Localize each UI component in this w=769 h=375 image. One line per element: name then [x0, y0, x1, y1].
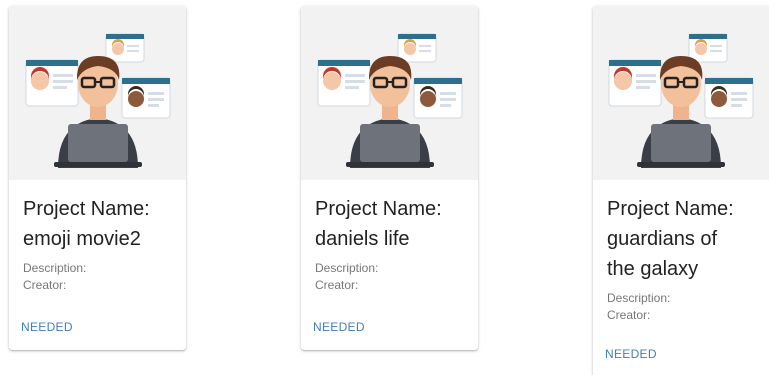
description-label: Description: [607, 291, 671, 305]
card-media [301, 6, 478, 180]
project-title-label: Project Name: [315, 198, 442, 220]
needed-button[interactable]: NEEDED [313, 320, 365, 334]
project-title-value: guardians of [607, 228, 718, 250]
description-label: Description: [23, 261, 87, 275]
project-card[interactable]: Project Name: guardians of the galaxy De… [593, 6, 769, 375]
project-card-grid: Project Name: emoji movie2 Description: … [0, 0, 769, 375]
creator-label: Creator: [607, 308, 651, 322]
card-content: Project Name: guardians of the galaxy De… [593, 180, 769, 324]
project-title-value-cont: the galaxy [607, 258, 699, 280]
creator-label: Creator: [23, 278, 67, 292]
needed-button[interactable]: NEEDED [605, 347, 657, 361]
project-title-label: Project Name: [23, 198, 150, 220]
project-card[interactable]: Project Name: daniels life Description: … [301, 6, 478, 350]
project-meta: Description: Creator: [23, 260, 172, 294]
card-media [9, 6, 186, 180]
card-content: Project Name: daniels life Description: … [301, 180, 478, 294]
card-actions: NEEDED [605, 345, 657, 363]
card-actions: NEEDED [21, 318, 73, 336]
project-title-value: daniels life [315, 228, 410, 250]
project-title: Project Name: emoji movie2 [23, 194, 172, 254]
project-card[interactable]: Project Name: emoji movie2 Description: … [9, 6, 186, 350]
creator-label: Creator: [315, 278, 359, 292]
project-title-label: Project Name: [607, 198, 734, 220]
card-media [593, 6, 769, 180]
card-content: Project Name: emoji movie2 Description: … [9, 180, 186, 294]
project-title-value: emoji movie2 [23, 228, 141, 250]
needed-button[interactable]: NEEDED [21, 320, 73, 334]
description-label: Description: [315, 261, 379, 275]
project-meta: Description: Creator: [315, 260, 464, 294]
person-at-laptop-illustration [25, 33, 170, 168]
card-actions: NEEDED [313, 318, 365, 336]
project-title: Project Name: guardians of the galaxy [607, 194, 755, 284]
project-title: Project Name: daniels life [315, 194, 464, 254]
project-meta: Description: Creator: [607, 290, 755, 324]
person-at-laptop-illustration [608, 33, 754, 168]
person-at-laptop-illustration [317, 33, 462, 168]
